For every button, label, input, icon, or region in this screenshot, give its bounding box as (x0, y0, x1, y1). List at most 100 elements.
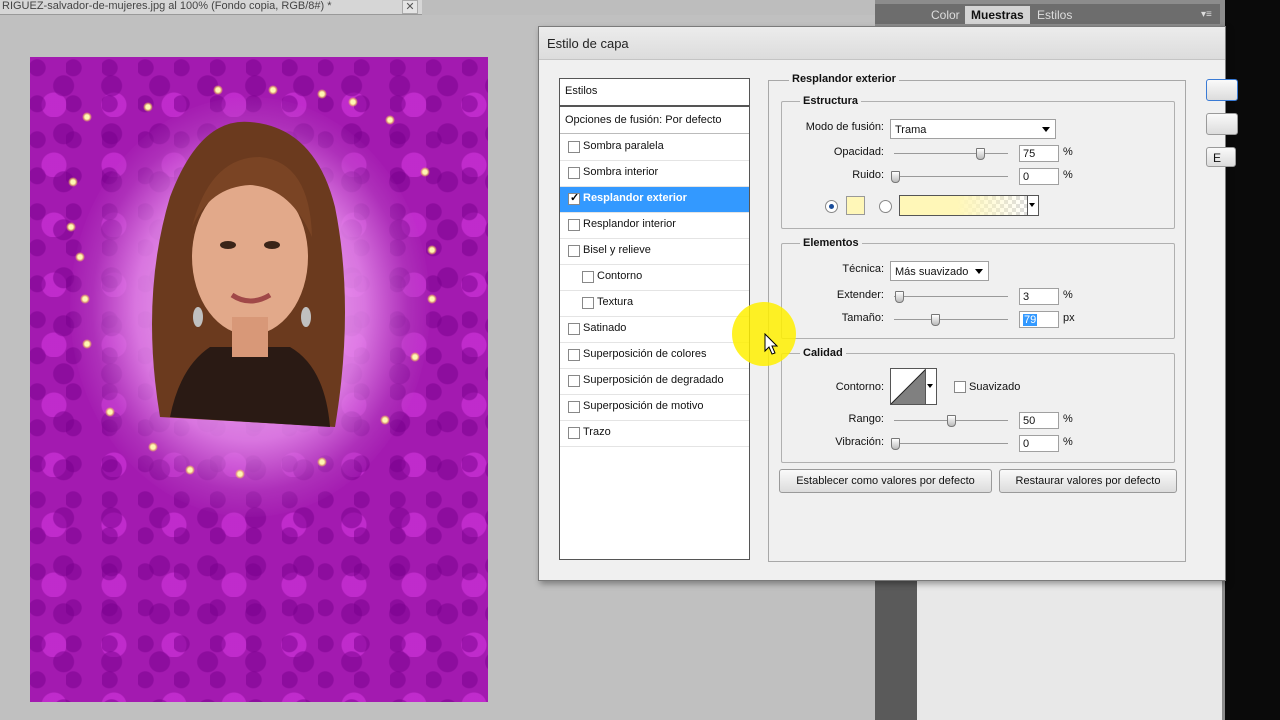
checkbox[interactable] (568, 349, 580, 361)
glow-spark (148, 442, 158, 452)
blend-mode-value: Trama (895, 124, 927, 136)
checkbox[interactable] (568, 375, 580, 387)
spread-label: Extender: (836, 289, 884, 301)
chevron-down-icon (927, 384, 933, 388)
style-item-label: Sombra interior (583, 166, 659, 178)
contour-label: Contorno: (835, 381, 884, 393)
checkbox[interactable] (568, 141, 580, 153)
checkbox[interactable] (568, 167, 580, 179)
glow-spark (75, 252, 85, 262)
ok-button[interactable] (1206, 79, 1238, 101)
style-item-label: Superposición de motivo (583, 400, 704, 412)
style-item-trazo[interactable]: Trazo (560, 421, 749, 447)
section-title: Resplandor exterior (789, 73, 899, 85)
close-document-icon[interactable]: ✕ (402, 0, 418, 14)
style-item-superposicion-degradado[interactable]: Superposición de degradado (560, 369, 749, 395)
mouse-cursor-icon (764, 333, 778, 355)
contour-picker[interactable] (890, 368, 927, 405)
style-item-label: Trazo (583, 426, 611, 438)
blend-options-label: Opciones de fusión: Por defecto (565, 114, 722, 126)
style-item-sombra-paralela[interactable]: Sombra paralela (560, 135, 749, 161)
style-item-textura[interactable]: Textura (560, 291, 749, 317)
dialog-titlebar[interactable]: Estilo de capa (539, 27, 1225, 60)
glow-color-swatch[interactable] (846, 196, 865, 215)
tab-color[interactable]: Color (925, 6, 966, 24)
checkbox[interactable] (568, 401, 580, 413)
glow-spark (82, 339, 92, 349)
noise-slider[interactable] (891, 171, 1008, 183)
opacity-input[interactable]: 75 (1019, 145, 1059, 162)
document-tab[interactable]: RIGUEZ-salvador-de-mujeres.jpg al 100% (… (0, 0, 422, 15)
panel-area-dark (875, 580, 917, 720)
jitter-input[interactable]: 0 (1019, 435, 1059, 452)
panel-area-light (917, 580, 1222, 720)
slider-thumb[interactable] (976, 148, 985, 160)
styles-list: Estilos Opciones de fusión: Por defecto … (559, 78, 750, 560)
technique-select[interactable]: Más suavizado (890, 261, 989, 281)
slider-thumb[interactable] (947, 415, 956, 427)
slider-thumb[interactable] (891, 171, 900, 183)
opacity-slider[interactable] (894, 148, 1008, 160)
range-input[interactable]: 50 (1019, 412, 1059, 429)
antialias-checkbox[interactable] (954, 381, 966, 393)
style-item-bisel-relieve[interactable]: Bisel y relieve (560, 239, 749, 265)
style-item-label: Resplandor interior (583, 218, 676, 230)
technique-label: Técnica: (842, 263, 884, 275)
gradient-picker[interactable] (899, 195, 1029, 216)
style-item-superposicion-motivo[interactable]: Superposición de motivo (560, 395, 749, 421)
style-settings-panel: Resplandor exterior Estructura Modo de f… (768, 73, 1186, 562)
checkbox[interactable] (582, 297, 594, 309)
checkbox[interactable] (568, 219, 580, 231)
glow-spark (185, 465, 195, 475)
gradient-radio[interactable] (879, 200, 892, 213)
gradient-dropdown[interactable] (1027, 195, 1039, 216)
make-default-button[interactable]: Establecer como valores por defecto (779, 469, 992, 493)
size-slider[interactable] (894, 314, 1008, 326)
blend-options-item[interactable]: Opciones de fusión: Por defecto (560, 109, 749, 134)
style-item-label: Textura (597, 296, 634, 308)
checkbox[interactable] (568, 245, 580, 257)
range-label: Rango: (848, 413, 884, 425)
portrait-image (152, 121, 345, 428)
blend-mode-select[interactable]: Trama (890, 119, 1056, 139)
antialias-label: Suavizado (969, 381, 1021, 393)
glow-spark (235, 469, 245, 479)
slider-thumb[interactable] (895, 291, 904, 303)
style-item-superposicion-colores[interactable]: Superposición de colores (560, 343, 749, 369)
reset-default-button[interactable]: Restaurar valores por defecto (999, 469, 1177, 493)
size-input[interactable]: 79 (1019, 311, 1059, 328)
style-item-label: Resplandor exterior (583, 192, 687, 204)
styles-header[interactable]: Estilos (560, 79, 749, 107)
checkbox[interactable] (568, 323, 580, 335)
style-item-label: Superposición de colores (583, 348, 707, 360)
document-image[interactable] (30, 57, 488, 702)
cancel-button[interactable] (1206, 113, 1238, 135)
style-item-satinado[interactable]: Satinado (560, 317, 749, 343)
new-style-button[interactable]: E (1206, 147, 1236, 167)
checkbox[interactable] (582, 271, 594, 283)
document-tab-title: RIGUEZ-salvador-de-mujeres.jpg al 100% (… (2, 0, 332, 12)
style-item-contorno[interactable]: Contorno (560, 265, 749, 291)
spread-input[interactable]: 3 (1019, 288, 1059, 305)
checkbox[interactable] (568, 191, 580, 205)
jitter-slider[interactable] (891, 438, 1008, 450)
slider-thumb[interactable] (891, 438, 900, 450)
panel-menu-icon[interactable]: ▾≡ (1195, 6, 1218, 24)
style-item-sombra-interior[interactable]: Sombra interior (560, 161, 749, 187)
tab-muestras[interactable]: Muestras (965, 6, 1030, 24)
noise-unit: % (1063, 169, 1073, 181)
tab-estilos[interactable]: Estilos (1031, 6, 1078, 24)
contour-dropdown[interactable] (925, 368, 937, 405)
checkbox[interactable] (568, 427, 580, 439)
style-item-resplandor-interior[interactable]: Resplandor interior (560, 213, 749, 239)
range-slider[interactable] (894, 415, 1008, 427)
glow-spark (427, 245, 437, 255)
style-item-resplandor-exterior[interactable]: Resplandor exterior (560, 187, 749, 213)
style-item-label: Bisel y relieve (583, 244, 651, 256)
slider-thumb[interactable] (931, 314, 940, 326)
spread-slider[interactable] (894, 291, 1008, 303)
noise-input[interactable]: 0 (1019, 168, 1059, 185)
solid-color-radio[interactable] (825, 200, 838, 213)
size-unit: px (1063, 312, 1075, 324)
glow-spark (410, 352, 420, 362)
